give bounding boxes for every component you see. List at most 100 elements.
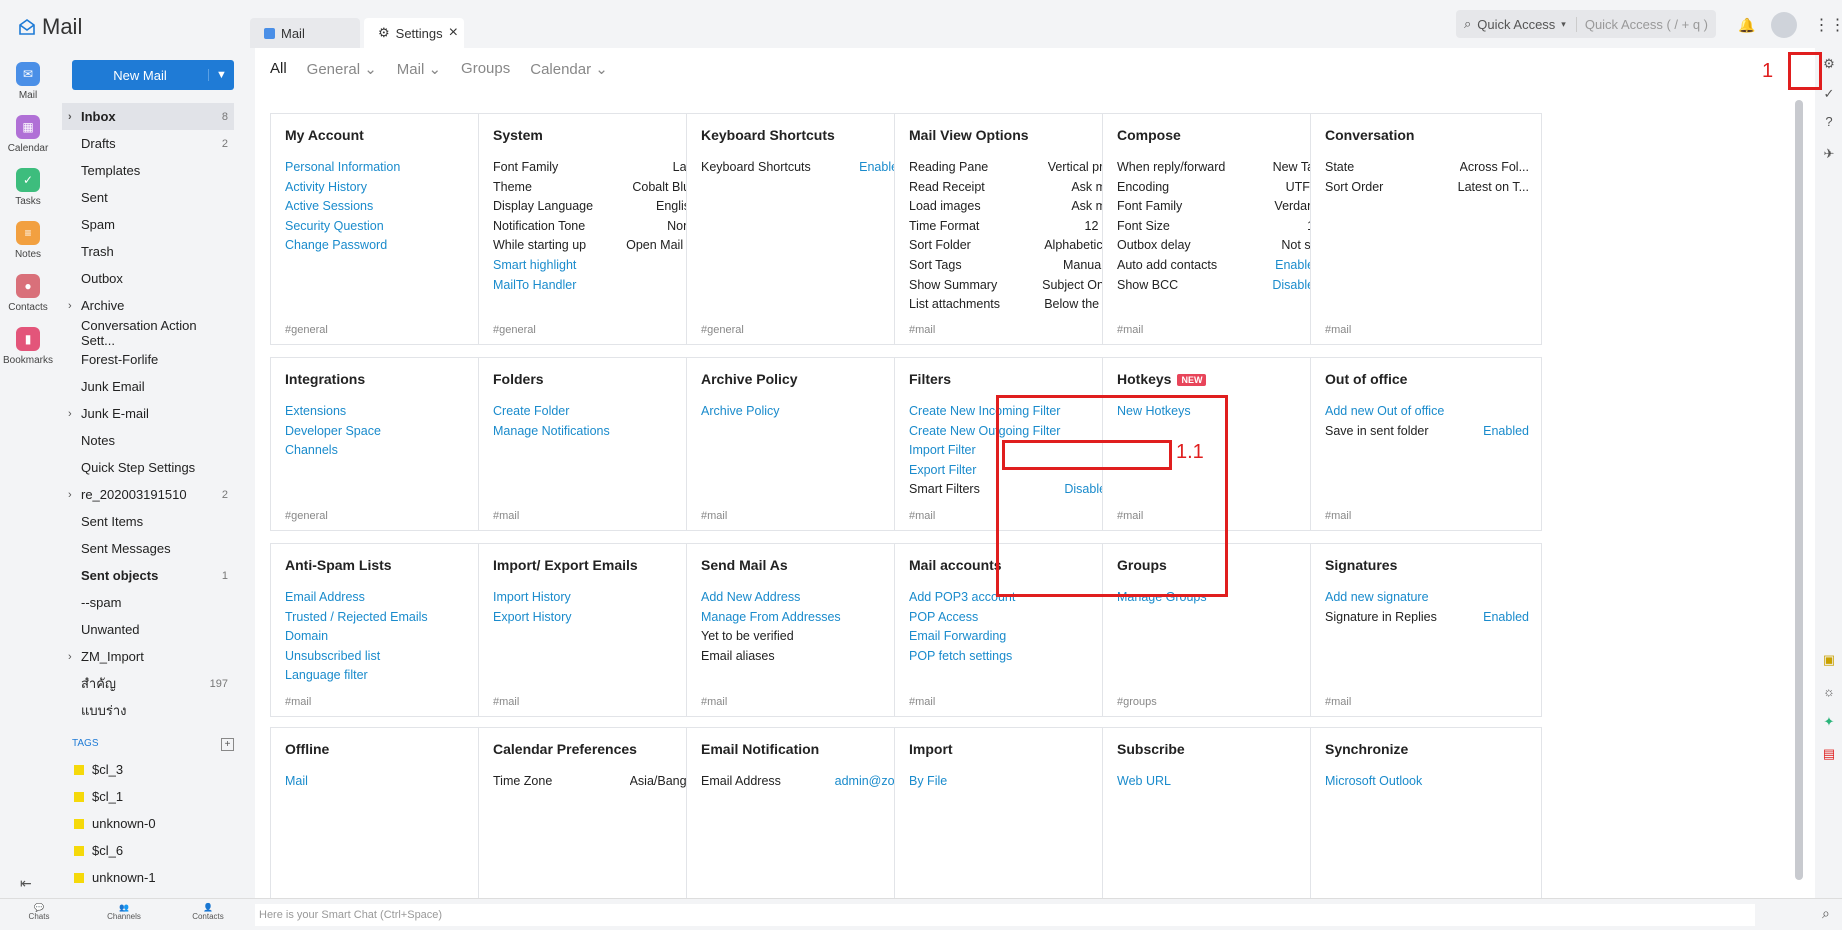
close-icon[interactable]: ×: [449, 24, 458, 42]
folder-item[interactable]: Quick Step Settings: [62, 454, 234, 481]
setting-link[interactable]: Add new signature: [1325, 590, 1429, 604]
tag-item[interactable]: unknown-1: [74, 864, 156, 891]
new-mail-button[interactable]: New Mail ▼: [72, 60, 234, 90]
setting-link[interactable]: Domain: [285, 629, 328, 643]
nav-contacts[interactable]: ● Contacts: [0, 274, 56, 313]
folder-item[interactable]: › Archive: [62, 292, 234, 319]
expand-caret-icon[interactable]: ›: [68, 408, 72, 420]
tag-item[interactable]: $cl_6: [74, 837, 156, 864]
folder-item[interactable]: › Inbox 8: [62, 103, 234, 130]
setting-link[interactable]: Microsoft Outlook: [1325, 774, 1422, 788]
pin-icon[interactable]: ✈: [1820, 146, 1838, 164]
setting-link[interactable]: Create Folder: [493, 404, 569, 418]
setting-link[interactable]: Smart highlight: [493, 258, 576, 272]
quick-access-dropdown[interactable]: Quick Access: [1477, 17, 1555, 32]
folder-item[interactable]: Spam: [62, 211, 234, 238]
setting-link[interactable]: Import Filter: [909, 443, 976, 457]
setting-link[interactable]: Email Forwarding: [909, 629, 1006, 643]
add-tag-icon[interactable]: +: [221, 738, 234, 751]
help-icon[interactable]: ?: [1820, 114, 1838, 132]
folder-item[interactable]: Forest-Forlife: [62, 346, 234, 373]
folder-item[interactable]: Junk Email: [62, 373, 234, 400]
nav-bookmarks[interactable]: ▮ Bookmarks: [0, 327, 56, 366]
setting-link[interactable]: Import History: [493, 590, 571, 604]
expand-caret-icon[interactable]: ›: [68, 111, 72, 123]
folder-item[interactable]: Sent Items: [62, 508, 234, 535]
folder-item[interactable]: Outbox: [62, 265, 234, 292]
folder-item[interactable]: Sent objects 1: [62, 562, 234, 589]
folder-item[interactable]: Notes: [62, 427, 234, 454]
setting-link[interactable]: Unsubscribed list: [285, 649, 380, 663]
setting-link[interactable]: POP Access: [909, 610, 978, 624]
scrollbar-thumb[interactable]: [1795, 100, 1803, 880]
quick-access-bar[interactable]: ⌕ Quick Access ▾ Quick Access ( / + q ): [1456, 10, 1716, 38]
folder-item[interactable]: --spam: [62, 589, 234, 616]
collapse-sidebar-icon[interactable]: ⇤: [20, 875, 32, 892]
smart-chat-input[interactable]: Here is your Smart Chat (Ctrl+Space): [255, 904, 1755, 926]
bell-icon[interactable]: 🔔: [1738, 17, 1755, 34]
folder-item[interactable]: แบบร่าง: [62, 697, 234, 724]
setting-link[interactable]: Change Password: [285, 238, 387, 252]
theme-icon[interactable]: ☼: [1820, 684, 1838, 702]
search-icon[interactable]: ⌕: [1822, 905, 1830, 922]
setting-link[interactable]: Activity History: [285, 180, 367, 194]
folder-item[interactable]: Sent Messages: [62, 535, 234, 562]
subnav-item[interactable]: Mail ⌄: [397, 60, 441, 78]
setting-link[interactable]: Email Address: [285, 590, 365, 604]
subnav-item[interactable]: All: [270, 60, 287, 78]
setting-link[interactable]: Language filter: [285, 668, 368, 682]
folder-item[interactable]: สำคัญ 197: [62, 670, 234, 697]
setting-link[interactable]: Web URL: [1117, 774, 1171, 788]
app-logo[interactable]: Mail: [18, 14, 82, 40]
setting-value[interactable]: Enabled: [1483, 424, 1529, 438]
setting-link[interactable]: Add new Out of office: [1325, 404, 1444, 418]
subnav-item[interactable]: Groups: [461, 60, 510, 78]
setting-link[interactable]: Personal Information: [285, 160, 400, 174]
chats-button[interactable]: 💬 Chats: [9, 903, 69, 921]
setting-link[interactable]: Trusted / Rejected Emails: [285, 610, 428, 624]
quick-access-input[interactable]: Quick Access ( / + q ): [1575, 16, 1708, 32]
tab-mail[interactable]: Mail: [250, 18, 360, 48]
folder-item[interactable]: › ZM_Import: [62, 643, 234, 670]
subnav-item[interactable]: General ⌄: [307, 60, 377, 78]
setting-link[interactable]: Active Sessions: [285, 199, 373, 213]
setting-link[interactable]: Channels: [285, 443, 338, 457]
settings-gear-icon[interactable]: ⚙: [1820, 56, 1838, 74]
apps-grid-icon[interactable]: ⋮⋮⋮: [1813, 15, 1842, 35]
setting-value[interactable]: Enabled: [1483, 610, 1529, 624]
nav-tasks[interactable]: ✓ Tasks: [0, 168, 56, 207]
chevron-down-icon[interactable]: ▼: [208, 69, 234, 81]
feature-icon[interactable]: ✦: [1820, 714, 1838, 732]
scrollbar[interactable]: [1793, 90, 1805, 890]
folder-item[interactable]: Unwanted: [62, 616, 234, 643]
nav-mail[interactable]: ✉ Mail: [0, 62, 56, 101]
setting-link[interactable]: Developer Space: [285, 424, 381, 438]
nav-notes[interactable]: ≡ Notes: [0, 221, 56, 260]
setting-link[interactable]: POP fetch settings: [909, 649, 1012, 663]
setting-link[interactable]: Archive Policy: [701, 404, 780, 418]
folder-item[interactable]: Templates: [62, 157, 234, 184]
setting-link[interactable]: Add New Address: [701, 590, 800, 604]
tab-settings[interactable]: ⚙ Settings ×: [364, 18, 464, 48]
folder-item[interactable]: Conversation Action Sett...: [62, 318, 234, 348]
setting-link[interactable]: Mail: [285, 774, 308, 788]
expand-caret-icon[interactable]: ›: [68, 489, 72, 501]
setting-link[interactable]: Security Question: [285, 219, 384, 233]
folder-item[interactable]: › Junk E-mail: [62, 400, 234, 427]
note-icon[interactable]: ▣: [1820, 652, 1838, 670]
channels-button[interactable]: 👥 Channels: [94, 903, 154, 921]
tag-item[interactable]: unknown-0: [74, 810, 156, 837]
folder-item[interactable]: Trash: [62, 238, 234, 265]
nav-calendar[interactable]: ▦ Calendar: [0, 115, 56, 154]
setting-link[interactable]: By File: [909, 774, 947, 788]
avatar[interactable]: [1771, 12, 1798, 38]
setting-link[interactable]: Manage From Addresses: [701, 610, 841, 624]
folder-item[interactable]: Sent: [62, 184, 234, 211]
tag-item[interactable]: $cl_3: [74, 756, 156, 783]
expand-caret-icon[interactable]: ›: [68, 300, 72, 312]
subnav-item[interactable]: Calendar ⌄: [530, 60, 608, 78]
setting-link[interactable]: Export Filter: [909, 463, 976, 477]
feedback-icon[interactable]: ▤: [1820, 746, 1838, 764]
check-icon[interactable]: ✓: [1820, 86, 1838, 104]
setting-link[interactable]: Manage Notifications: [493, 424, 610, 438]
